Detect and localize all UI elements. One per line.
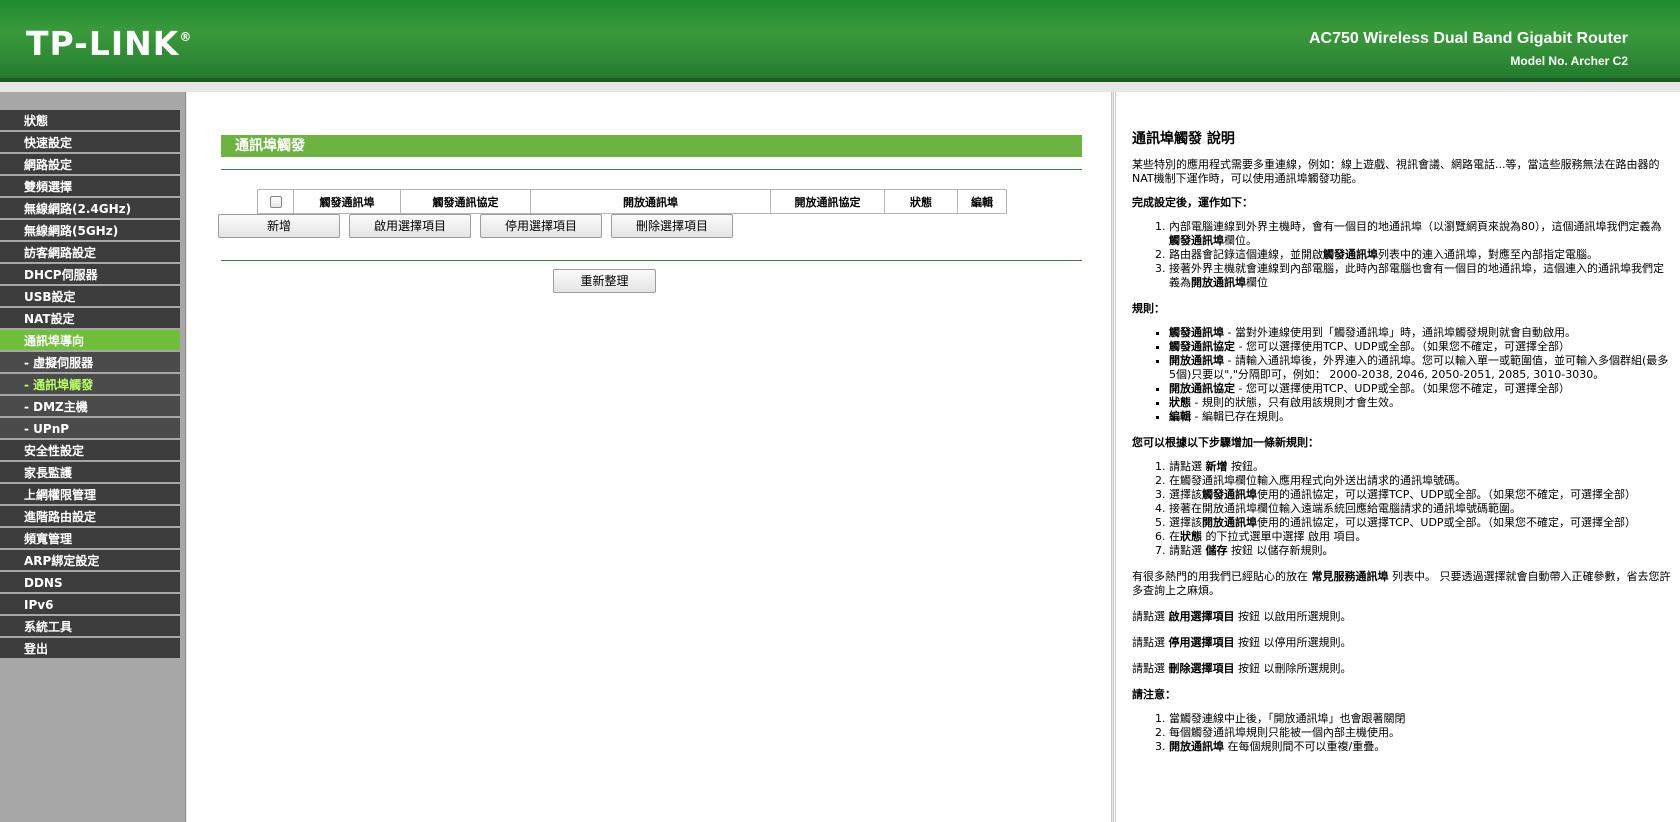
main-content: 通訊埠觸發 觸發通訊埠 觸發通訊協定 開放通訊埠 開放通訊協定 狀態 編輯 新增… xyxy=(187,92,1112,822)
disable-selected-button[interactable]: 停用選擇項目 xyxy=(480,214,602,238)
help-step-item: 接著在開放通訊埠欄位輸入遠端系統回應給電腦請求的通訊埠號碼範圍。 xyxy=(1169,502,1672,516)
help-note-item: 當觸發連線中止後，「開放通訊埠」也會跟著關閉 xyxy=(1169,712,1672,726)
help-rule-item: 開放通訊協定 - 您可以選擇使用TCP、UDP或全部。（如果您不確定，可選擇全部… xyxy=(1169,382,1672,396)
help-title: 通訊埠觸發 說明 xyxy=(1132,131,1235,147)
header-edit: 編輯 xyxy=(957,189,1007,214)
help-step-item: 選擇該開放通訊埠使用的通訊協定，可以選擇TCP、UDP或全部。（如果您不確定，可… xyxy=(1169,516,1672,530)
help-rule-item: 編輯 - 編輯已存在規則。 xyxy=(1169,410,1672,424)
help-note-heading: 請注意： xyxy=(1132,688,1176,701)
sidebar-item-20[interactable]: ARP綁定設定 xyxy=(0,550,180,572)
help-note-item: 每個觸發通訊埠規則只能被一個內部主機使用。 xyxy=(1169,726,1672,740)
help-rules-heading: 規則： xyxy=(1132,302,1165,315)
divider-top xyxy=(221,169,1082,170)
table-header-row: 觸發通訊埠 觸發通訊協定 開放通訊埠 開放通訊協定 狀態 編輯 xyxy=(257,189,1007,214)
page-title: 通訊埠觸發 xyxy=(221,135,1082,157)
help-how-item: 路由器會記錄這個連線，並開啟觸發通訊埠列表中的連入通訊埠，對應至內部指定電腦。 xyxy=(1169,248,1672,262)
divider-bottom xyxy=(221,260,1082,261)
sidebar-item-18[interactable]: 進階路由設定 xyxy=(0,506,180,528)
help-rule-item: 狀態 - 規則的狀態，只有啟用該規則才會生效。 xyxy=(1169,396,1672,410)
sidebar-item-0[interactable]: 狀態 xyxy=(0,110,180,132)
sidebar-item-11[interactable]: - 虛擬伺服器 xyxy=(0,352,180,374)
help-rule-item: 觸發通訊協定 - 您可以選擇使用TCP、UDP或全部。（如果您不確定，可選擇全部… xyxy=(1169,340,1672,354)
sidebar-item-22[interactable]: IPv6 xyxy=(0,594,180,616)
select-all-checkbox[interactable] xyxy=(269,196,282,208)
help-steps-list: 請點選 新增 按鈕。在觸發通訊埠欄位輸入應用程式向外送出請求的通訊埠號碼。選擇該… xyxy=(1169,460,1672,558)
sidebar-item-23[interactable]: 系統工具 xyxy=(0,616,180,638)
help-step-item: 選擇該觸發通訊埠使用的通訊協定，可以選擇TCP、UDP或全部。（如果您不確定，可… xyxy=(1169,488,1672,502)
header-trigger-port: 觸發通訊埠 xyxy=(293,189,401,214)
help-rule-item: 觸發通訊埠 - 當對外連線使用到「觸發通訊埠」時，通訊埠觸發規則就會自動啟用。 xyxy=(1169,326,1672,340)
sidebar-item-8[interactable]: USB設定 xyxy=(0,286,180,308)
help-note-item: 開放通訊埠 在每個規則間不可以重複/重疊。 xyxy=(1169,740,1672,754)
header-open-port: 開放通訊埠 xyxy=(530,189,771,214)
help-delete-note: 請點選 刪除選擇項目 按鈕 以刪除所選規則。 xyxy=(1132,662,1352,675)
sidebar-item-17[interactable]: 上網權限管理 xyxy=(0,484,180,506)
sidebar-item-3[interactable]: 雙頻選擇 xyxy=(0,176,180,198)
sidebar-item-21[interactable]: DDNS xyxy=(0,572,180,594)
tp-link-logo: TP-LINK® xyxy=(26,24,193,63)
header-trigger-protocol: 觸發通訊協定 xyxy=(400,189,531,214)
help-intro: 某些特別的應用程式需要多重連線，例如：線上遊戲、視訊會議、網路電話...等，當這… xyxy=(1132,158,1660,185)
sidebar-item-7[interactable]: DHCP伺服器 xyxy=(0,264,180,286)
help-content: 通訊埠觸發 說明 某些特別的應用程式需要多重連線，例如：線上遊戲、視訊會議、網路… xyxy=(1132,132,1672,766)
help-rules-list: 觸發通訊埠 - 當對外連線使用到「觸發通訊埠」時，通訊埠觸發規則就會自動啟用。觸… xyxy=(1169,326,1672,424)
delete-selected-button[interactable]: 刪除選擇項目 xyxy=(611,214,733,238)
sidebar-item-9[interactable]: NAT設定 xyxy=(0,308,180,330)
sidebar-item-5[interactable]: 無線網路(5GHz) xyxy=(0,220,180,242)
help-panel: 通訊埠觸發 說明 某些特別的應用程式需要多重連線，例如：線上遊戲、視訊會議、網路… xyxy=(1113,92,1680,822)
help-enable-note: 請點選 啟用選擇項目 按鈕 以啟用所選規則。 xyxy=(1132,610,1352,623)
sidebar-item-13[interactable]: - DMZ主機 xyxy=(0,396,180,418)
help-steps-heading: 您可以根據以下步驟增加一條新規則： xyxy=(1132,436,1319,449)
sidebar-item-12[interactable]: - 通訊埠觸發 xyxy=(0,374,180,396)
help-how-item: 接著外界主機就會連線到內部電腦，此時內部電腦也會有一個目的地通訊埠，這個連入的通… xyxy=(1169,262,1672,290)
sidebar-item-14[interactable]: - UPnP xyxy=(0,418,180,440)
model-number: Model No. Archer C2 xyxy=(1510,54,1628,68)
add-button[interactable]: 新增 xyxy=(218,214,340,238)
help-how-item: 內部電腦連線到外界主機時，會有一個目的地通訊埠（以瀏覽網頁來說為80），這個通訊… xyxy=(1169,220,1672,248)
sidebar: 狀態 快速設定 網路設定 雙頻選擇 無線網路(2.4GHz) 無線網路(5GHz) 訪客網路… xyxy=(0,92,186,822)
sidebar-item-4[interactable]: 無線網路(2.4GHz) xyxy=(0,198,180,220)
sidebar-item-24[interactable]: 登出 xyxy=(0,638,180,660)
sidebar-item-19[interactable]: 頻寬管理 xyxy=(0,528,180,550)
refresh-button[interactable]: 重新整理 xyxy=(553,269,656,293)
sidebar-item-10[interactable]: 通訊埠導向 xyxy=(0,330,180,352)
header-banner: TP-LINK® AC750 Wireless Dual Band Gigabi… xyxy=(0,0,1680,82)
header-status: 狀態 xyxy=(884,189,958,214)
sidebar-item-6[interactable]: 訪客網路設定 xyxy=(0,242,180,264)
help-step-item: 在觸發通訊埠欄位輸入應用程式向外送出請求的通訊埠號碼。 xyxy=(1169,474,1672,488)
sidebar-item-16[interactable]: 家長監護 xyxy=(0,462,180,484)
help-how-list: 內部電腦連線到外界主機時，會有一個目的地通訊埠（以瀏覽網頁來說為80），這個通訊… xyxy=(1169,220,1672,290)
trigger-rules-table: 觸發通訊埠 觸發通訊協定 開放通訊埠 開放通訊協定 狀態 編輯 xyxy=(257,189,1007,214)
help-how-heading: 完成設定後，運作如下： xyxy=(1132,196,1253,209)
help-step-item: 在狀態 的下拉式選單中選擇 啟用 項目。 xyxy=(1169,530,1672,544)
help-disable-note: 請點選 停用選擇項目 按鈕 以停用所選規則。 xyxy=(1132,636,1352,649)
sidebar-menu: 狀態 快速設定 網路設定 雙頻選擇 無線網路(2.4GHz) 無線網路(5GHz) 訪客網路… xyxy=(0,110,180,660)
help-rule-item: 開放通訊埠 - 請輸入通訊埠後，外界連入的通訊埠。您可以輸入單一或範圍值，並可輸… xyxy=(1169,354,1672,382)
help-notes-list: 當觸發連線中止後，「開放通訊埠」也會跟著關閉每個觸發通訊埠規則只能被一個內部主機… xyxy=(1169,712,1672,754)
select-all-header xyxy=(257,189,294,214)
sidebar-item-1[interactable]: 快速設定 xyxy=(0,132,180,154)
help-common-services: 有很多熱門的用我們已經貼心的放在 常見服務通訊埠 列表中。 只要透過選擇就會自動… xyxy=(1132,570,1671,597)
sidebar-item-15[interactable]: 安全性設定 xyxy=(0,440,180,462)
header-open-protocol: 開放通訊協定 xyxy=(770,189,885,214)
product-name: AC750 Wireless Dual Band Gigabit Router xyxy=(1308,30,1628,47)
help-step-item: 請點選 儲存 按鈕 以儲存新規則。 xyxy=(1169,544,1672,558)
sidebar-item-2[interactable]: 網路設定 xyxy=(0,154,180,176)
enable-selected-button[interactable]: 啟用選擇項目 xyxy=(349,214,471,238)
help-step-item: 請點選 新增 按鈕。 xyxy=(1169,460,1672,474)
